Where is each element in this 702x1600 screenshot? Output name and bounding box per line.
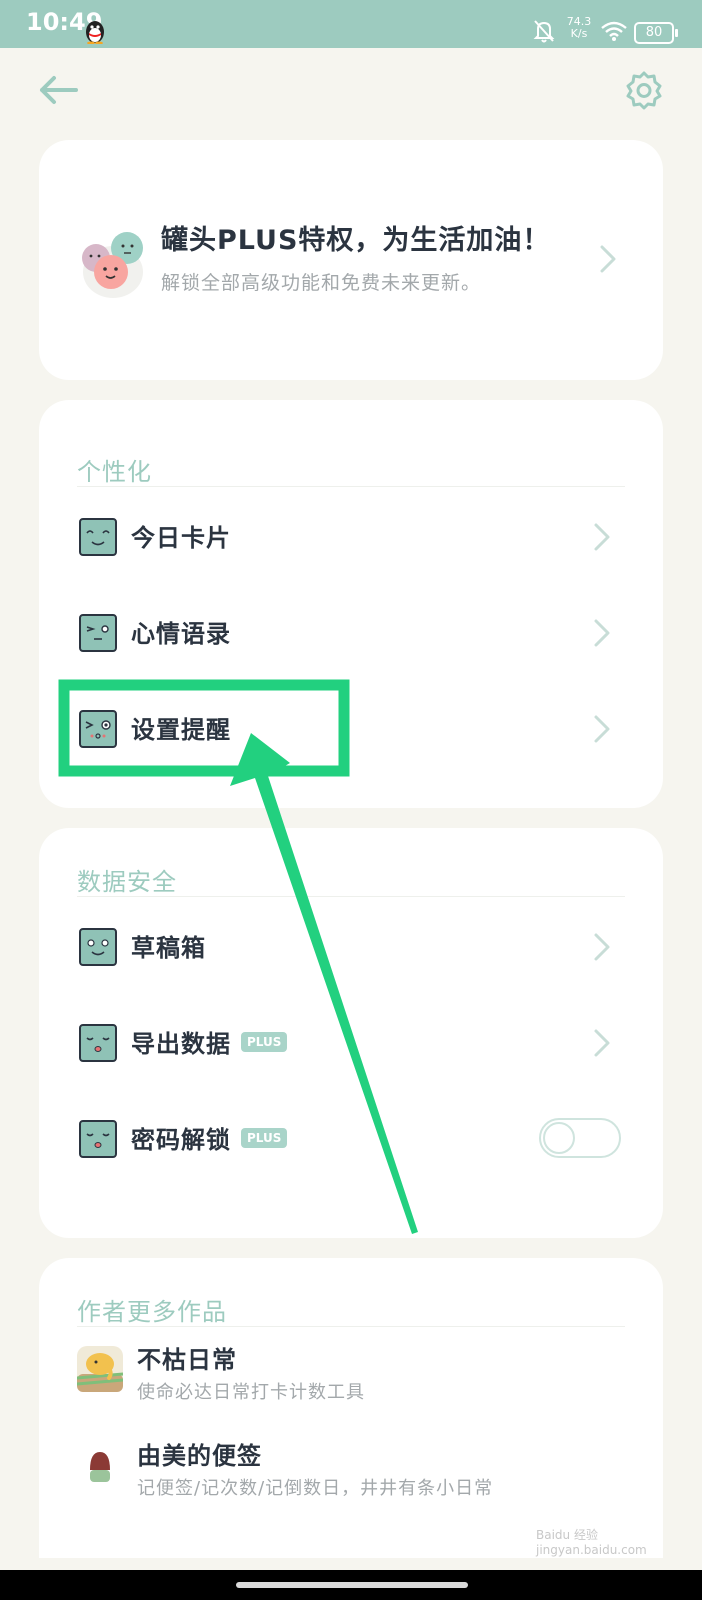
menu-item-mood-quotes[interactable]: 心情语录 [39, 588, 663, 678]
section-title-data-security: 数据安全 [77, 868, 177, 896]
chevron-right-icon [594, 1029, 610, 1057]
status-bar: 10:49 74.3 K/s 80 [0, 0, 702, 48]
chevron-right-icon [594, 715, 610, 743]
more-works-card: 作者更多作品 不枯日常 使命必达日常打卡计数工具 由美的便签 记便签/记次数/记… [39, 1258, 663, 1558]
net-speed-unit: K/s [570, 27, 588, 40]
menu-item-label: 设置提醒 [131, 716, 231, 744]
qq-icon [86, 21, 104, 44]
app-name: 不枯日常 [137, 1346, 237, 1374]
menu-item-label: 导出数据 PLUS [131, 1024, 288, 1059]
happy-face-icon [79, 928, 117, 966]
app-name: 由美的便签 [137, 1442, 262, 1470]
home-indicator[interactable] [236, 1582, 468, 1588]
chevron-right-icon [594, 619, 610, 647]
app-item-bukuricahng[interactable]: 不枯日常 使命必达日常打卡计数工具 [39, 1328, 663, 1418]
app-desc: 记便签/记次数/记倒数日，井井有条小日常 [137, 1478, 494, 1499]
password-lock-toggle[interactable] [539, 1118, 621, 1158]
data-security-card: 数据安全 草稿箱 导出数据 PLUS 密码解锁 PLUS [39, 828, 663, 1238]
plus-subtitle: 解锁全部高级功能和免费未来更新。 [161, 272, 482, 294]
divider [77, 1326, 625, 1327]
personalization-card: 个性化 今日卡片 心情语录 设置提醒 [39, 400, 663, 808]
menu-item-today-card[interactable]: 今日卡片 [39, 492, 663, 582]
plus-faces-icon [82, 232, 143, 298]
top-bar [0, 48, 702, 132]
net-speed: 74.3 K/s [564, 16, 594, 40]
watermark: Baidu 经验 jingyan.baidu.com [536, 1528, 647, 1557]
chevron-right-icon [594, 523, 610, 551]
toggle-knob [543, 1122, 575, 1154]
menu-item-label: 密码解锁 PLUS [131, 1120, 288, 1155]
section-title-more-works: 作者更多作品 [77, 1298, 227, 1326]
arrow-left-icon[interactable] [36, 68, 80, 112]
menu-item-label: 草稿箱 [131, 934, 206, 962]
divider [77, 896, 625, 897]
app-item-yumei-notes[interactable]: 由美的便签 记便签/记次数/记倒数日，井井有条小日常 [39, 1424, 663, 1514]
menu-item-text: 密码解锁 [131, 1126, 231, 1154]
wifi-icon [601, 21, 627, 41]
calm-face-icon [79, 1024, 117, 1062]
plus-promo-card[interactable]: 罐头PLUS特权，为生活加油！ 解锁全部高级功能和免费未来更新。 [39, 140, 663, 380]
system-nav-bar [0, 1570, 702, 1600]
section-title-personalization: 个性化 [77, 458, 152, 486]
bell-off-icon [533, 20, 555, 43]
menu-item-password-lock: 密码解锁 PLUS [39, 1094, 663, 1184]
smile-face-icon [79, 518, 117, 556]
squint-face-icon [79, 710, 117, 748]
wink-face-icon [79, 614, 117, 652]
plus-badge: PLUS [241, 1032, 288, 1052]
calm-face-icon [79, 1120, 117, 1158]
menu-item-label: 今日卡片 [131, 524, 231, 552]
menu-item-text: 导出数据 [131, 1030, 231, 1058]
app-desc: 使命必达日常打卡计数工具 [137, 1382, 365, 1403]
plus-badge: PLUS [241, 1128, 288, 1148]
menu-item-label: 心情语录 [131, 620, 231, 648]
gear-icon[interactable] [622, 68, 666, 112]
chevron-right-icon [594, 933, 610, 961]
menu-item-set-reminder[interactable]: 设置提醒 [39, 684, 663, 774]
menu-item-export-data[interactable]: 导出数据 PLUS [39, 998, 663, 1088]
battery-icon: 80 [634, 22, 678, 44]
plus-title: 罐头PLUS特权，为生活加油！ [161, 225, 551, 256]
elephant-app-icon [77, 1346, 123, 1392]
girl-app-icon [77, 1442, 123, 1488]
chevron-right-icon [600, 245, 616, 273]
menu-item-drafts[interactable]: 草稿箱 [39, 902, 663, 992]
divider [77, 486, 625, 487]
